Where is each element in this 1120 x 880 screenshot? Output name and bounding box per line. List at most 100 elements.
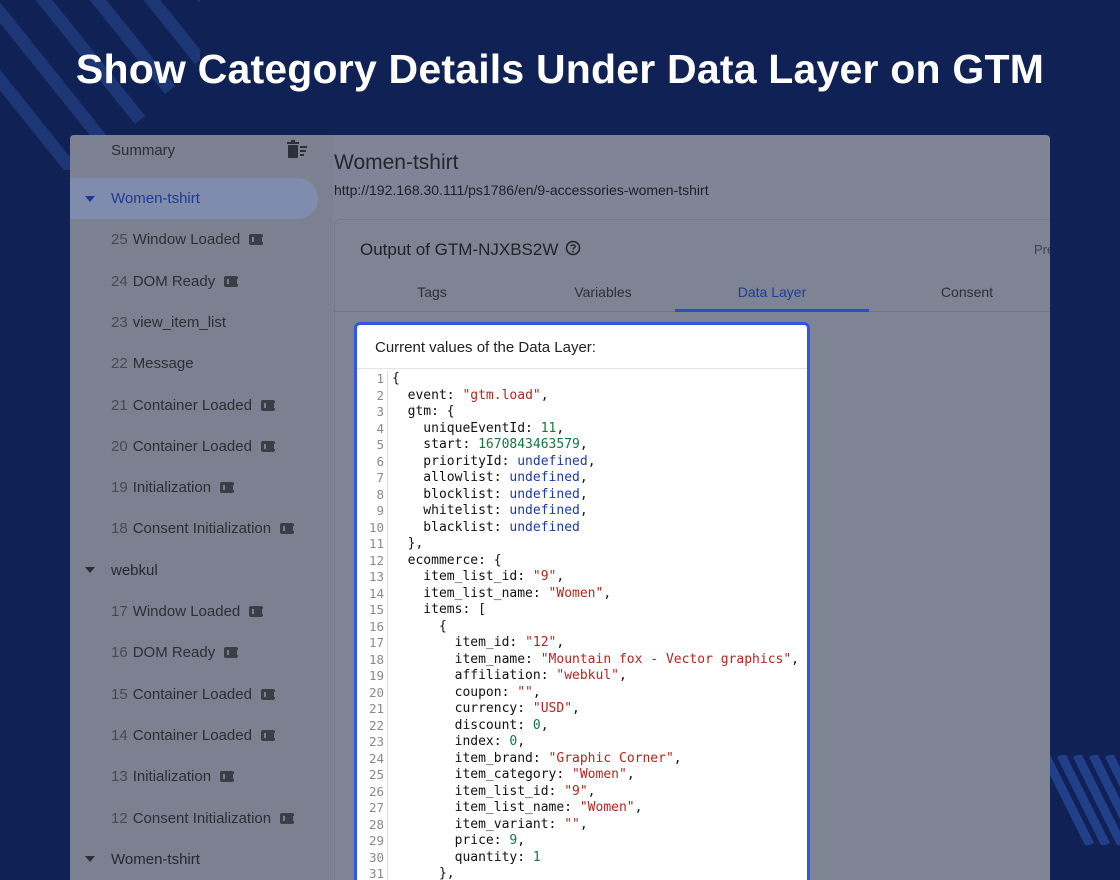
code-token: , bbox=[579, 486, 588, 502]
code-token: , bbox=[540, 387, 549, 403]
line-number: 2 bbox=[357, 387, 388, 404]
output-tabs: Tags Variables Data Layer Consent bbox=[335, 282, 1050, 312]
event-number: 21 bbox=[111, 396, 128, 414]
sidebar-event-16[interactable]: 16 DOM Ready bbox=[70, 632, 318, 673]
code-token: discount: bbox=[392, 717, 533, 733]
line-number: 30 bbox=[357, 849, 388, 866]
undefined-token: undefined bbox=[509, 470, 580, 485]
line-number: 22 bbox=[357, 717, 388, 734]
string-token: "" bbox=[517, 684, 533, 700]
sidebar-event-25[interactable]: 25 Window Loaded bbox=[70, 219, 318, 260]
sidebar-group-women-tshirt[interactable]: Women-tshirt bbox=[70, 178, 318, 219]
code-line: 13 item_list_id: "9", bbox=[357, 569, 807, 586]
sidebar-event-17[interactable]: 17 Window Loaded bbox=[70, 591, 318, 632]
sidebar-event-20[interactable]: 20 Container Loaded bbox=[70, 426, 318, 467]
code-text: event: "gtm.load", bbox=[388, 388, 549, 405]
code-token: items: [ bbox=[392, 602, 486, 617]
delete-sweep-icon[interactable] bbox=[286, 140, 308, 160]
event-number: 24 bbox=[111, 272, 128, 290]
event-number: 20 bbox=[111, 437, 128, 455]
code-line: 25 item_category: "Women", bbox=[357, 767, 807, 784]
code-line: 16 { bbox=[357, 618, 807, 635]
sidebar-event-21[interactable]: 21 Container Loaded bbox=[70, 385, 318, 426]
line-number: 17 bbox=[357, 635, 388, 652]
line-number: 19 bbox=[357, 668, 388, 685]
sidebar-item-label: Initialization bbox=[132, 479, 212, 497]
caret-down-icon[interactable] bbox=[85, 195, 95, 202]
tab-variables[interactable]: Variables bbox=[506, 282, 700, 312]
line-number: 3 bbox=[357, 404, 388, 421]
help-icon[interactable] bbox=[565, 240, 581, 256]
code-tag-icon bbox=[249, 234, 265, 246]
sidebar-item-label: webkul bbox=[111, 561, 158, 579]
code-line: 8 blocklist: undefined, bbox=[357, 486, 807, 503]
code-text: index: 0, bbox=[388, 734, 525, 751]
sidebar-item-label: Container Loaded bbox=[132, 726, 252, 744]
sidebar-event-13[interactable]: 13 Initialization bbox=[70, 756, 318, 797]
code-token: item_category: bbox=[392, 767, 573, 782]
sidebar-item-label: Message bbox=[132, 355, 194, 373]
code-text: blacklist: undefined bbox=[388, 520, 580, 537]
code-token: , bbox=[517, 833, 526, 848]
code-token: coupon: bbox=[392, 684, 518, 700]
sidebar-event-23[interactable]: 23 view_item_list bbox=[70, 302, 318, 343]
code-token: , bbox=[587, 783, 596, 799]
sidebar-item-label: Consent Initialization bbox=[132, 809, 272, 827]
code-tag-icon bbox=[280, 523, 296, 535]
code-line: 15 items: [ bbox=[357, 602, 807, 619]
line-number: 21 bbox=[357, 701, 388, 718]
sidebar-event-15[interactable]: 15 Container Loaded bbox=[70, 674, 318, 715]
code-token: , bbox=[540, 717, 549, 733]
code-tag-icon bbox=[280, 812, 296, 824]
sidebar-event-24[interactable]: 24 DOM Ready bbox=[70, 261, 318, 302]
code-line: 31 }, bbox=[357, 866, 807, 880]
line-number: 5 bbox=[357, 437, 388, 454]
page-title: Women-tshirt bbox=[334, 151, 459, 174]
sidebar-event-14[interactable]: 14 Container Loaded bbox=[70, 715, 318, 756]
code-tag-icon bbox=[260, 440, 276, 452]
line-number: 16 bbox=[357, 618, 388, 635]
caret-down-icon[interactable] bbox=[85, 567, 95, 574]
line-number: 13 bbox=[357, 569, 388, 586]
sidebar-event-18[interactable]: 18 Consent Initialization bbox=[70, 508, 318, 549]
code-text: currency: "USD", bbox=[388, 701, 580, 718]
sidebar-group-webkul[interactable]: webkul bbox=[70, 550, 318, 591]
line-number: 8 bbox=[357, 486, 388, 503]
code-token: , bbox=[791, 651, 799, 667]
sidebar-item-label: Container Loaded bbox=[132, 437, 252, 455]
sidebar-event-22[interactable]: 22 Message bbox=[70, 343, 318, 384]
code-line: 10 blacklist: undefined bbox=[357, 519, 807, 537]
sidebar-group-women-tshirt[interactable]: Women-tshirt bbox=[70, 839, 318, 880]
line-number: 9 bbox=[357, 503, 388, 520]
sidebar-summary[interactable]: Summary bbox=[111, 142, 175, 159]
sidebar-event-12[interactable]: 12 Consent Initialization bbox=[70, 798, 318, 839]
tab-data-layer[interactable]: Data Layer bbox=[675, 282, 869, 312]
code-tag-icon bbox=[260, 399, 276, 411]
caret-down-icon[interactable] bbox=[85, 856, 95, 863]
code-tag-icon bbox=[224, 275, 240, 287]
code-tag-icon bbox=[260, 729, 276, 741]
decorative-stripes-bottom-right bbox=[1045, 755, 1120, 845]
code-token: , bbox=[556, 420, 565, 436]
code-text: item_list_id: "9", bbox=[388, 569, 564, 586]
sidebar-event-19[interactable]: 19 Initialization bbox=[70, 467, 318, 508]
tab-tags[interactable]: Tags bbox=[335, 282, 529, 312]
code-token: item_list_id: bbox=[392, 783, 565, 799]
code-text: whitelist: undefined, bbox=[388, 503, 587, 520]
code-token: price: bbox=[392, 833, 510, 848]
line-number: 11 bbox=[357, 536, 388, 553]
sidebar-item-label: Window Loaded bbox=[132, 231, 241, 249]
sidebar-item-label: Window Loaded bbox=[132, 603, 241, 620]
code-text: item_brand: "Graphic Corner", bbox=[388, 751, 682, 768]
code-text: priorityId: undefined, bbox=[388, 454, 595, 471]
tab-consent[interactable]: Consent bbox=[870, 282, 1050, 312]
code-token: ecommerce: { bbox=[392, 552, 502, 568]
data-layer-header: Current values of the Data Layer: bbox=[357, 325, 807, 369]
event-number: 14 bbox=[111, 726, 128, 744]
sidebar-item-label: Women-tshirt bbox=[111, 850, 200, 868]
page-headline: Show Category Details Under Data Layer o… bbox=[75, 46, 1045, 92]
code-token: item_brand: bbox=[392, 750, 549, 766]
page-url: http://192.168.30.111/ps1786/en/9-access… bbox=[334, 182, 709, 198]
event-number: 18 bbox=[111, 520, 128, 538]
sidebar-item-label: DOM Ready bbox=[132, 644, 216, 662]
